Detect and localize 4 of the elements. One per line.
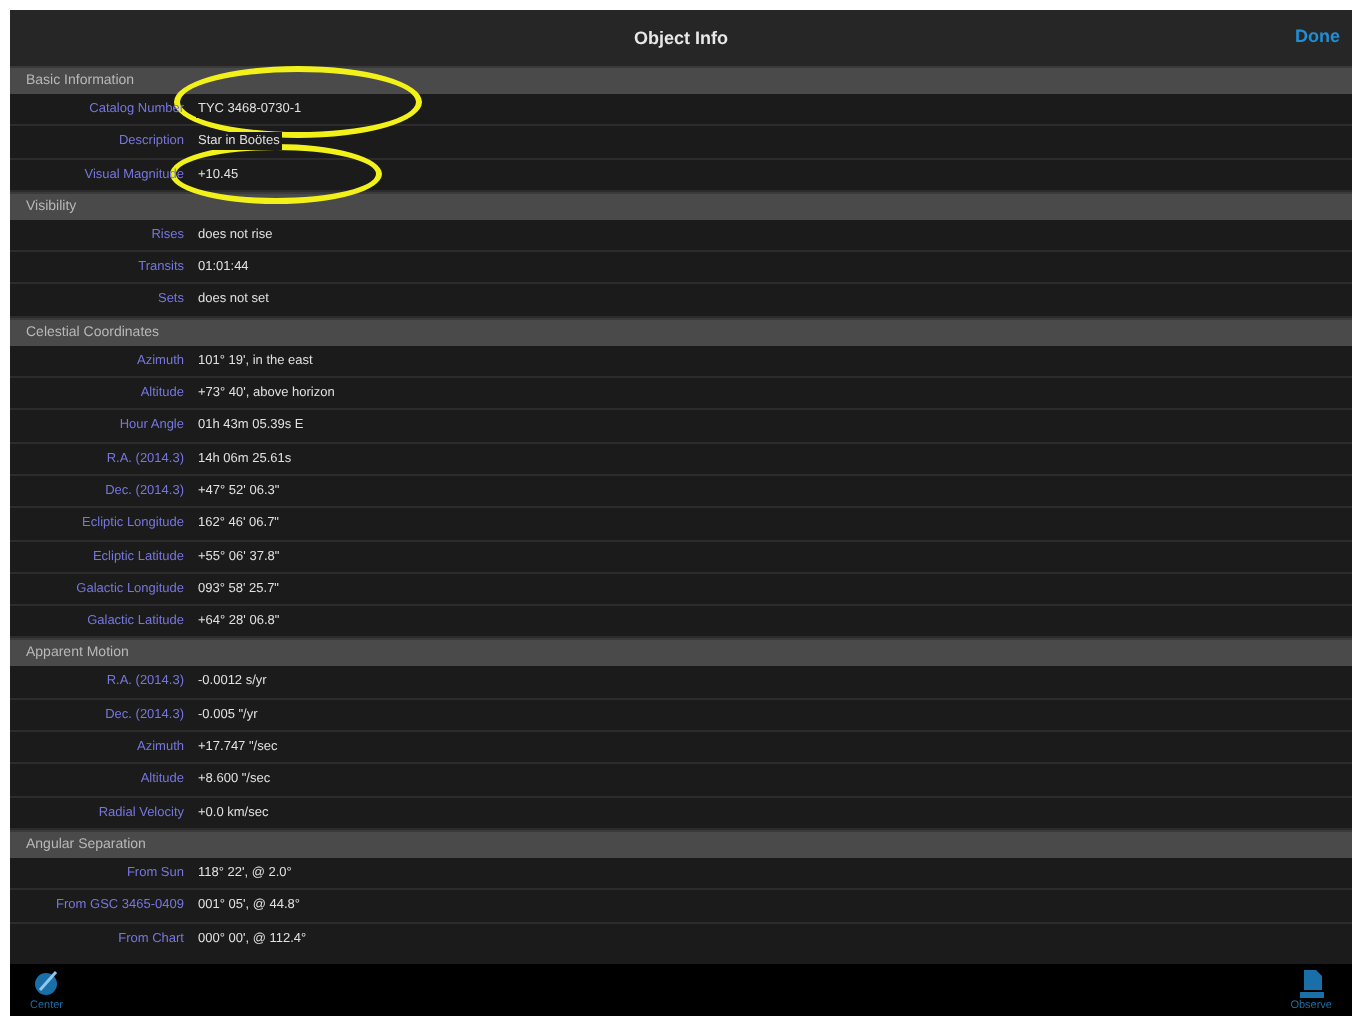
window-title: Object Info	[634, 28, 728, 48]
compass-icon	[32, 968, 61, 998]
document-icon	[1297, 968, 1326, 998]
done-button[interactable]: Done	[1295, 26, 1340, 46]
